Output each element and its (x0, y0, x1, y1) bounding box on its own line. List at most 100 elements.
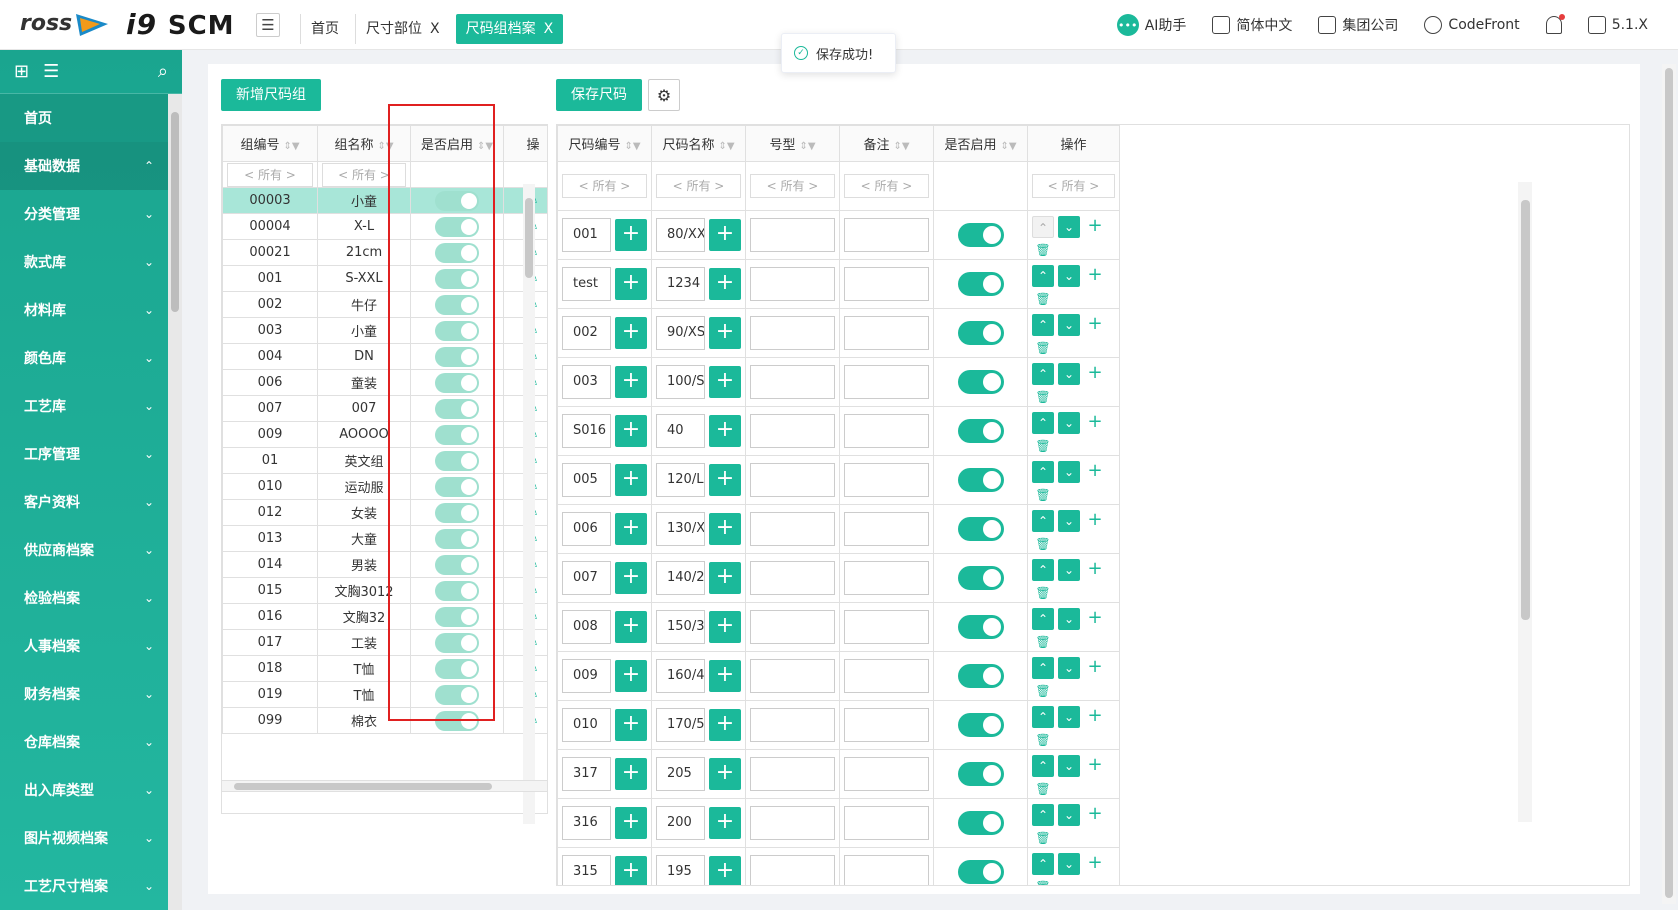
sidebar-item-2[interactable]: 分类管理 ⌄ (0, 190, 172, 238)
table-row[interactable]: 002牛仔✎ (222, 291, 547, 318)
table-row[interactable]: 004DN✎ (222, 343, 547, 370)
add-name-button[interactable]: + (709, 709, 741, 741)
size-name-input[interactable]: 40 (656, 414, 705, 448)
add-name-button[interactable]: + (709, 415, 741, 447)
move-up-button[interactable]: ⌃ (1032, 363, 1054, 385)
note-input[interactable] (844, 708, 929, 742)
move-down-button[interactable]: ⌄ (1058, 314, 1080, 336)
table-row[interactable]: 015文胸3012✎ (222, 577, 547, 604)
insert-row-button[interactable]: + (1084, 706, 1106, 728)
move-down-button[interactable]: ⌄ (1058, 755, 1080, 777)
left-vscroll-thumb[interactable] (525, 198, 533, 278)
table-row[interactable]: 012女装✎ (222, 499, 547, 526)
insert-row-button[interactable]: + (1084, 461, 1106, 483)
add-code-button[interactable]: + (615, 807, 647, 839)
size-type-input[interactable] (750, 414, 835, 448)
insert-row-button[interactable]: + (1084, 412, 1106, 434)
move-down-button[interactable]: ⌄ (1058, 657, 1080, 679)
delete-icon[interactable]: 🗑 (1032, 830, 1054, 846)
move-up-button[interactable]: ⌃ (1032, 510, 1054, 532)
left-hscroll-thumb[interactable] (234, 783, 492, 790)
add-code-button[interactable]: + (615, 856, 647, 885)
save-size-button[interactable]: 保存尺码 (556, 79, 642, 111)
note-input[interactable] (844, 855, 929, 885)
right-vscroll-thumb[interactable] (1521, 200, 1530, 620)
move-down-button[interactable]: ⌄ (1058, 216, 1080, 238)
search-icon[interactable]: ⌕ (158, 61, 168, 82)
insert-row-button[interactable]: + (1084, 510, 1106, 532)
close-icon[interactable]: X (544, 14, 554, 44)
sort-icon[interactable]: ⇕ (624, 141, 632, 152)
size-code-input[interactable]: test (562, 267, 611, 301)
filter-icon[interactable]: ▼ (292, 141, 300, 152)
note-input[interactable] (844, 610, 929, 644)
delete-icon[interactable]: 🗑 (1032, 340, 1054, 356)
size-name-input[interactable]: 90/XS (656, 316, 705, 350)
move-up-button[interactable]: ⌃ (1032, 755, 1054, 777)
delete-icon[interactable]: 🗑 (1032, 585, 1054, 601)
add-name-button[interactable]: + (709, 268, 741, 300)
sidebar-item-15[interactable]: 图片视频档案 ⌄ (0, 814, 172, 862)
size-type-input[interactable] (750, 855, 835, 885)
size-type-input[interactable] (750, 512, 835, 546)
insert-row-button[interactable]: + (1084, 657, 1106, 679)
size-code-input[interactable]: 315 (562, 855, 611, 885)
table-row[interactable]: 010运动服✎ (222, 473, 547, 500)
move-down-button[interactable]: ⌄ (1058, 412, 1080, 434)
size-type-input[interactable] (750, 218, 835, 252)
sidebar-item-8[interactable]: 客户资料 ⌄ (0, 478, 172, 526)
move-up-button[interactable]: ⌃ (1032, 853, 1054, 875)
sidebar-item-16[interactable]: 工艺尺寸档案 ⌄ (0, 862, 172, 910)
move-down-button[interactable]: ⌄ (1058, 510, 1080, 532)
add-code-button[interactable]: + (615, 268, 647, 300)
note-input[interactable] (844, 414, 929, 448)
add-code-button[interactable]: + (615, 219, 647, 251)
sidebar-item-14[interactable]: 出入库类型 ⌄ (0, 766, 172, 814)
delete-icon[interactable]: 🗑 (1032, 634, 1054, 650)
sidebar-item-13[interactable]: 仓库档案 ⌄ (0, 718, 172, 766)
user-menu[interactable]: CodeFront (1424, 16, 1520, 34)
enabled-toggle[interactable] (957, 713, 1004, 737)
add-name-button[interactable]: + (709, 317, 741, 349)
delete-icon[interactable]: 🗑 (1032, 487, 1054, 503)
ai-assistant-button[interactable]: ••• AI助手 (1116, 14, 1186, 36)
move-down-button[interactable]: ⌄ (1058, 853, 1080, 875)
move-down-button[interactable]: ⌄ (1058, 608, 1080, 630)
table-row[interactable]: 018T恤✎ (222, 655, 547, 682)
move-up-button[interactable]: ⌃ (1032, 216, 1054, 238)
insert-row-button[interactable]: + (1084, 363, 1106, 385)
filter-icon[interactable]: ▼ (727, 141, 735, 152)
enabled-toggle[interactable] (957, 272, 1004, 296)
insert-row-button[interactable]: + (1084, 265, 1106, 287)
sort-icon[interactable]: ⇕ (377, 141, 385, 152)
company-switch[interactable]: 集团公司 (1318, 15, 1398, 35)
add-name-button[interactable]: + (709, 807, 741, 839)
add-code-button[interactable]: + (615, 562, 647, 594)
note-input[interactable] (844, 659, 929, 693)
sidebar-item-1[interactable]: 基础数据 ⌃ (0, 142, 172, 190)
delete-icon[interactable]: 🗑 (1032, 879, 1054, 885)
filter-input[interactable]: < 所有 > (844, 174, 929, 198)
table-row[interactable]: 003小童✎ (222, 317, 547, 344)
enabled-toggle[interactable] (957, 468, 1004, 492)
list-view-icon[interactable]: ☰ (43, 61, 59, 82)
note-input[interactable] (844, 561, 929, 595)
note-input[interactable] (844, 218, 929, 252)
insert-row-button[interactable]: + (1084, 559, 1106, 581)
right-vertical-scrollbar[interactable] (1518, 182, 1532, 822)
size-name-input[interactable]: 205 (656, 757, 705, 791)
table-row[interactable]: 009AOOOO✎ (222, 421, 547, 448)
table-row[interactable]: 019T恤✎ (222, 681, 547, 708)
filter-input[interactable]: < 所有 > (750, 174, 835, 198)
table-row[interactable]: 01英文组✎ (222, 447, 547, 474)
insert-row-button[interactable]: + (1084, 314, 1106, 336)
move-up-button[interactable]: ⌃ (1032, 657, 1054, 679)
size-type-input[interactable] (750, 757, 835, 791)
filter-icon[interactable]: ▼ (902, 141, 910, 152)
insert-row-button[interactable]: + (1084, 853, 1106, 875)
insert-row-button[interactable]: + (1084, 804, 1106, 826)
menu-collapse-button[interactable]: ☰ (256, 13, 280, 37)
delete-icon[interactable]: 🗑 (1032, 781, 1054, 797)
size-code-input[interactable]: 005 (562, 463, 611, 497)
table-row[interactable]: 016文胸32✎ (222, 603, 547, 630)
